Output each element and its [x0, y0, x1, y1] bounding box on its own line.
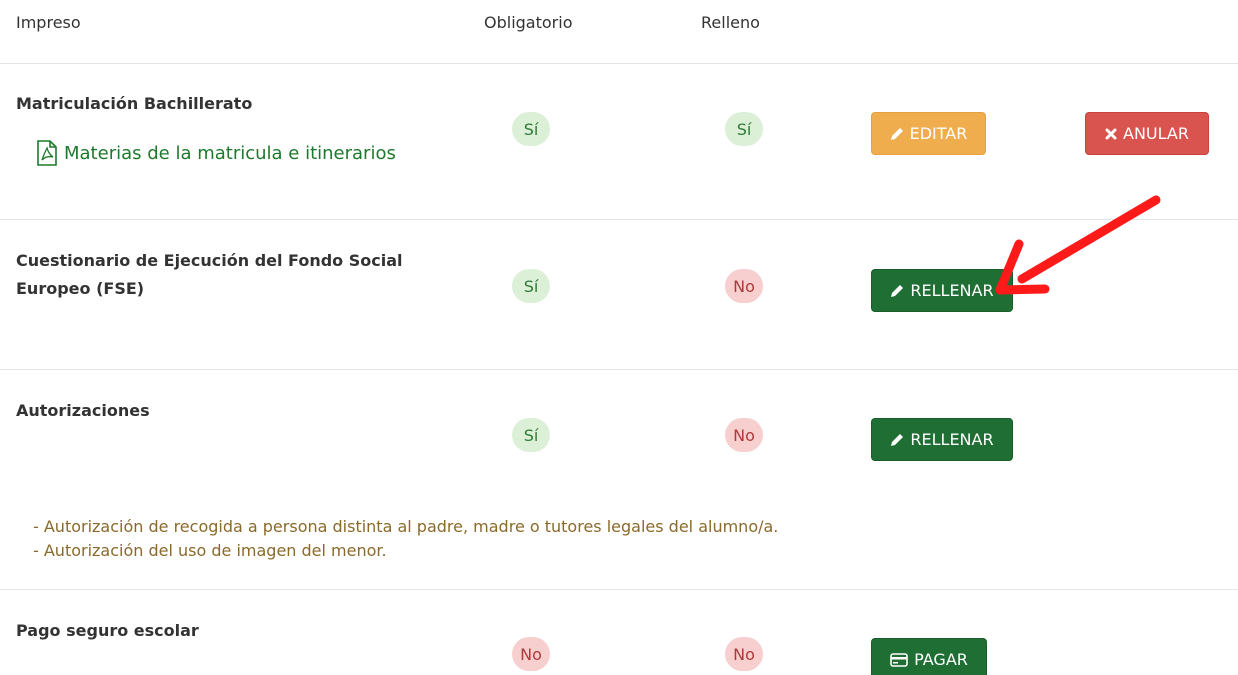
red-arrow-annotation [995, 195, 1161, 295]
forms-table: Impreso Obligatorio Relleno Matriculació… [0, 0, 1238, 675]
